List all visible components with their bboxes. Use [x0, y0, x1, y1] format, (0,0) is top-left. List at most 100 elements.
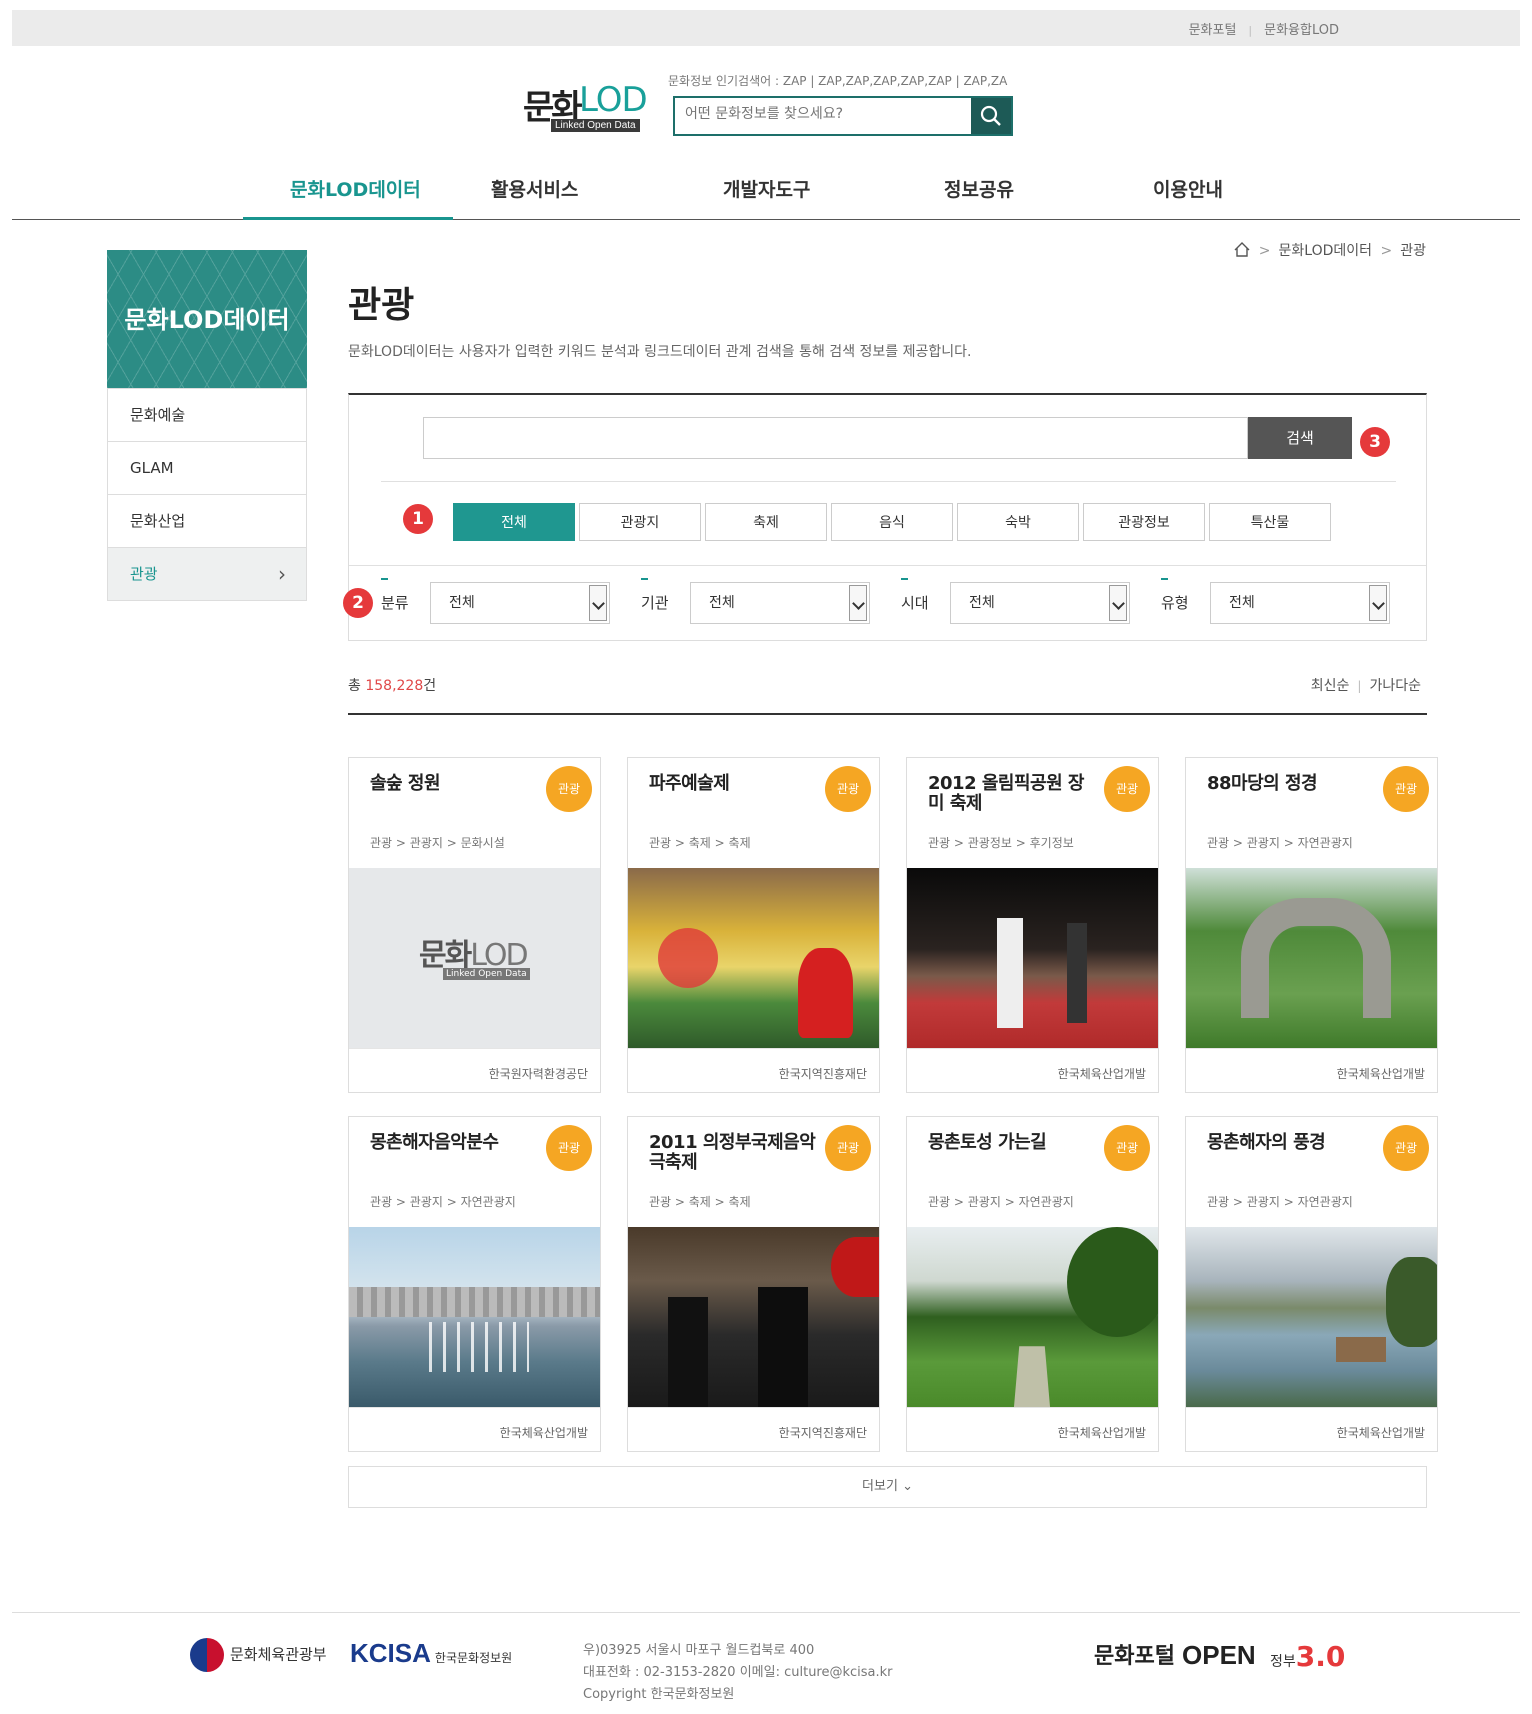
- tab-tourism-info[interactable]: 관광정보: [1083, 503, 1205, 541]
- card-tag-badge: 관광: [546, 766, 592, 812]
- card-tag-badge: 관광: [1104, 766, 1150, 812]
- link-culture-lod[interactable]: 문화융합LOD: [1264, 23, 1339, 38]
- card-image[interactable]: [628, 868, 879, 1048]
- nav-guide[interactable]: 이용안내: [1153, 175, 1223, 202]
- nav-active-indicator: [243, 217, 453, 220]
- card-image[interactable]: [1186, 1227, 1437, 1407]
- card-organization: 한국지역진흥재단: [778, 1426, 867, 1440]
- keyword-search-button[interactable]: 검색: [1248, 417, 1352, 459]
- keyword-search-input[interactable]: [423, 417, 1248, 459]
- card-title[interactable]: 솔숲 정원: [370, 774, 540, 794]
- filter-select-era[interactable]: 전체: [950, 582, 1130, 624]
- annotation-badge-2: 2: [343, 588, 373, 618]
- result-card[interactable]: 몽촌해자음악분수 관광 관광 > 관광지 > 자연관광지 한국체육산업개발: [348, 1116, 601, 1452]
- nav-services[interactable]: 활용서비스: [491, 175, 578, 202]
- gov30-logo[interactable]: 정부3.0: [1270, 1640, 1345, 1673]
- load-more-button[interactable]: 더보기 ⌄: [348, 1466, 1427, 1508]
- link-culture-portal[interactable]: 문화포털: [1189, 23, 1237, 38]
- tab-tourist-spot[interactable]: 관광지: [579, 503, 701, 541]
- card-title[interactable]: 2012 올림픽공원 장미 축제: [928, 774, 1098, 814]
- annotation-badge-3: 3: [1360, 427, 1390, 457]
- tab-food[interactable]: 음식: [831, 503, 953, 541]
- card-category-path: 관광 > 관광지 > 자연관광지: [370, 1195, 516, 1209]
- result-card[interactable]: 몽촌토성 가는길 관광 관광 > 관광지 > 자연관광지 한국체육산업개발: [906, 1116, 1159, 1452]
- home-icon[interactable]: [1234, 242, 1250, 257]
- kcisa-logo[interactable]: KCISA 한국문화정보원: [350, 1638, 512, 1669]
- card-category-path: 관광 > 관광지 > 자연관광지: [1207, 1195, 1353, 1209]
- sidebar-item-glam[interactable]: GLAM: [108, 441, 306, 494]
- result-card[interactable]: 2011 의정부국제음악극축제 관광 관광 > 축제 > 축제 한국지역진흥재단: [627, 1116, 880, 1452]
- result-card[interactable]: 88마당의 정경 관광 관광 > 관광지 > 자연관광지 한국체육산업개발: [1185, 757, 1438, 1093]
- card-tag-badge: 관광: [825, 1125, 871, 1171]
- card-organization: 한국체육산업개발: [1057, 1067, 1146, 1081]
- breadcrumb-separator: >: [1380, 243, 1393, 259]
- utility-bar: 문화포털 | 문화융합LOD: [12, 10, 1520, 46]
- filter-select-agency[interactable]: 전체: [690, 582, 870, 624]
- filter-label-agency: 기관: [641, 578, 669, 613]
- card-category-path: 관광 > 관광지 > 자연관광지: [928, 1195, 1074, 1209]
- tab-lodging[interactable]: 숙박: [957, 503, 1079, 541]
- header-search-input[interactable]: [685, 106, 945, 122]
- culture-portal-logo[interactable]: 문화포털: [1094, 1638, 1175, 1670]
- result-card[interactable]: 파주예술제 관광 관광 > 축제 > 축제 한국지역진흥재단: [627, 757, 880, 1093]
- card-image[interactable]: [907, 1227, 1158, 1407]
- tab-all[interactable]: 전체: [453, 503, 575, 541]
- nav-developer-tools[interactable]: 개발자도구: [723, 175, 810, 202]
- filter-label-type: 유형: [1161, 578, 1189, 613]
- sort-latest[interactable]: 최신순: [1311, 678, 1350, 694]
- card-category-path: 관광 > 축제 > 축제: [649, 836, 751, 850]
- result-card[interactable]: 2012 올림픽공원 장미 축제 관광 관광 > 관광정보 > 후기정보 한국체육산업…: [906, 757, 1159, 1093]
- sidebar-item-culture-industry[interactable]: 문화산업: [108, 494, 306, 547]
- result-card[interactable]: 솔숲 정원 관광 관광 > 관광지 > 문화시설 문화LOD Linked Open D…: [348, 757, 601, 1093]
- breadcrumb-item[interactable]: 문화LOD데이터: [1279, 243, 1373, 259]
- site-logo[interactable]: 문화 LOD Linked Open Data: [523, 80, 653, 136]
- tab-festival[interactable]: 축제: [705, 503, 827, 541]
- main-navigation: 문화LOD데이터 활용서비스 개발자도구 정보공유 이용안내: [12, 165, 1520, 220]
- header-search: [673, 96, 1013, 136]
- page-title: 관광: [348, 285, 415, 326]
- filter-select-classification[interactable]: 전체: [430, 582, 610, 624]
- separator: |: [1357, 679, 1362, 693]
- card-title[interactable]: 88마당의 정경: [1207, 774, 1377, 794]
- header-search-button[interactable]: [971, 98, 1011, 134]
- filter-select-type[interactable]: 전체: [1210, 582, 1390, 624]
- card-title[interactable]: 몽촌해자음악분수: [370, 1133, 540, 1153]
- divider: [628, 1407, 879, 1408]
- divider: [349, 1048, 600, 1049]
- result-card[interactable]: 몽촌해자의 풍경 관광 관광 > 관광지 > 자연관광지 한국체육산업개발: [1185, 1116, 1438, 1452]
- logo-text-lod: LOD: [579, 80, 648, 120]
- card-image[interactable]: [349, 1227, 600, 1407]
- sort-alphabetical[interactable]: 가나다순: [1369, 678, 1421, 694]
- utility-links: 문화포털 | 문화융합LOD: [1183, 19, 1345, 38]
- card-tag-badge: 관광: [1383, 766, 1429, 812]
- card-title[interactable]: 파주예술제: [649, 774, 819, 794]
- emblem-icon: [190, 1638, 224, 1672]
- card-title[interactable]: 2011 의정부국제음악극축제: [649, 1133, 819, 1173]
- open-logo[interactable]: OPEN: [1182, 1640, 1256, 1671]
- filter-label-era: 시대: [901, 578, 929, 613]
- nav-culture-lod-data[interactable]: 문화LOD데이터: [290, 175, 421, 202]
- ministry-logo[interactable]: 문화체육관광부: [190, 1638, 327, 1672]
- card-title[interactable]: 몽촌토성 가는길: [928, 1133, 1098, 1153]
- card-title[interactable]: 몽촌해자의 풍경: [1207, 1133, 1377, 1153]
- chevron-down-icon: [1109, 585, 1127, 621]
- sidebar-item-culture-art[interactable]: 문화예술: [108, 388, 306, 441]
- divider: [907, 1048, 1158, 1049]
- card-image[interactable]: [1186, 868, 1437, 1048]
- nav-info-sharing[interactable]: 정보공유: [944, 175, 1014, 202]
- sidebar-item-label: 관광: [130, 565, 158, 583]
- sidebar-item-tourism[interactable]: 관광 ›: [108, 547, 306, 600]
- popular-keywords[interactable]: 문화정보 인기검색어 : ZAP | ZAP,ZAP,ZAP,ZAP,ZAP |…: [668, 72, 1008, 89]
- card-image[interactable]: 문화LOD Linked Open Data: [349, 868, 600, 1048]
- divider: [1186, 1407, 1437, 1408]
- filter-row: 2 분류 전체 기관 전체 시대 전체 유형 전체: [343, 565, 1426, 641]
- card-image[interactable]: [907, 868, 1158, 1048]
- tab-specialty[interactable]: 특산물: [1209, 503, 1331, 541]
- result-count-number: 158,228: [365, 678, 424, 694]
- chevron-down-icon: [1369, 585, 1387, 621]
- card-organization: 한국원자력환경공단: [488, 1067, 588, 1081]
- sidebar-menu: 문화예술 GLAM 문화산업 관광 ›: [107, 388, 307, 601]
- card-image[interactable]: [628, 1227, 879, 1407]
- card-organization: 한국지역진흥재단: [778, 1067, 867, 1081]
- result-count: 총 158,228건: [348, 678, 437, 694]
